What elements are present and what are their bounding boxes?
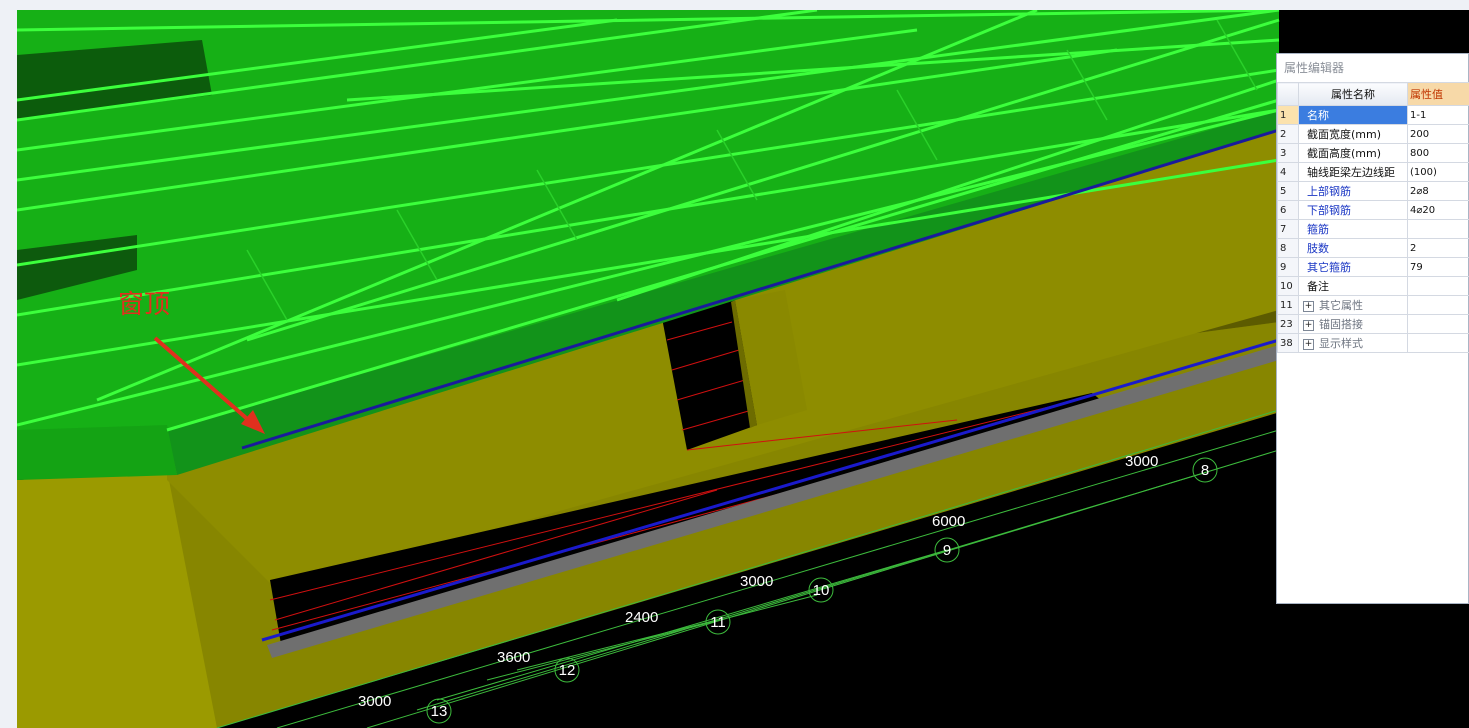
property-row-name[interactable]: + 锚固搭接 [1298, 314, 1408, 334]
property-row[interactable]: 10 备注 [1277, 276, 1469, 296]
axis-span-dimension: 6000 [932, 513, 965, 530]
property-row-name[interactable]: 备注 [1298, 276, 1408, 296]
property-row-value[interactable]: 2⌀8 [1407, 181, 1469, 201]
axis-number: 8 [1201, 462, 1209, 479]
property-row-name[interactable]: 其它箍筋 [1298, 257, 1408, 277]
property-row-value[interactable]: 2 [1407, 238, 1469, 258]
property-row[interactable]: 23 + 锚固搭接 [1277, 314, 1469, 334]
property-row[interactable]: 38 + 显示样式 [1277, 333, 1469, 353]
property-row-value[interactable]: 79 [1407, 257, 1469, 277]
property-row-name[interactable]: 截面宽度(mm) [1298, 124, 1408, 144]
property-group-label: 其它属性 [1319, 299, 1363, 312]
property-group-label: 锚固搭接 [1319, 318, 1363, 331]
axis-span-dimension: 3000 [358, 693, 391, 710]
axis-span-dimension: 3000 [740, 573, 773, 590]
property-row-name[interactable]: 肢数 [1298, 238, 1408, 258]
property-row-index: 6 [1277, 200, 1299, 220]
axis-number: 9 [943, 542, 951, 559]
property-row-value[interactable] [1407, 219, 1469, 239]
property-row-index: 4 [1277, 162, 1299, 182]
property-row-index: 23 [1277, 314, 1299, 334]
expand-plus-icon[interactable]: + [1303, 338, 1314, 350]
property-row[interactable]: 3 截面高度(mm) 800 [1277, 143, 1469, 163]
property-row-name[interactable]: 下部钢筋 [1298, 200, 1408, 220]
floor-slab-front [17, 425, 177, 480]
property-row-name[interactable]: 轴线距梁左边线距 [1298, 162, 1408, 182]
property-name-header: 属性名称 [1298, 82, 1408, 106]
property-row-value[interactable] [1407, 333, 1469, 353]
axis-span-dimension: 3000 [1125, 453, 1158, 470]
axis-span-dimension: 2400 [625, 609, 658, 626]
property-row-index: 5 [1277, 181, 1299, 201]
property-row-index: 11 [1277, 295, 1299, 315]
property-row[interactable]: 4 轴线距梁左边线距 (100) [1277, 162, 1469, 182]
property-row-index: 38 [1277, 333, 1299, 353]
axis-number: 10 [813, 582, 830, 599]
expand-plus-icon[interactable]: + [1303, 319, 1314, 331]
3d-viewport[interactable]: 窗顶 8 3000 9 6000 10 3000 11 2400 12 3600 13 3000 [17, 10, 1469, 728]
property-row-value[interactable] [1407, 314, 1469, 334]
axis-number: 12 [559, 662, 576, 679]
property-row-value[interactable]: 4⌀20 [1407, 200, 1469, 220]
property-group-label: 显示样式 [1319, 337, 1363, 350]
axis-number: 11 [710, 614, 726, 631]
property-row-index: 9 [1277, 257, 1299, 277]
property-row-index: 8 [1277, 238, 1299, 258]
property-row-value[interactable] [1407, 295, 1469, 315]
property-row-index: 1 [1277, 105, 1299, 125]
property-row-name[interactable]: 箍筋 [1298, 219, 1408, 239]
property-row-index: 2 [1277, 124, 1299, 144]
index-header [1277, 82, 1299, 106]
property-row[interactable]: 8 肢数 2 [1277, 238, 1469, 258]
property-row[interactable]: 7 箍筋 [1277, 219, 1469, 239]
annotation-label: 窗顶 [118, 290, 170, 320]
property-row-value[interactable]: 1-1 [1407, 105, 1469, 125]
property-editor-panel: 属性编辑器 属性名称 属性值 1 名称 1-1 2 截面宽度(mm) 200 3 截面高度(m… [1276, 53, 1469, 604]
property-row-index: 3 [1277, 143, 1299, 163]
property-row[interactable]: 2 截面宽度(mm) 200 [1277, 124, 1469, 144]
property-row-name[interactable]: + 显示样式 [1298, 333, 1408, 353]
property-row-value[interactable] [1407, 276, 1469, 296]
property-table: 属性名称 属性值 1 名称 1-1 2 截面宽度(mm) 200 3 截面高度(mm) 800 4… [1277, 82, 1469, 353]
property-row-name[interactable]: 名称 [1298, 105, 1408, 125]
expand-plus-icon[interactable]: + [1303, 300, 1314, 312]
property-row-name[interactable]: 截面高度(mm) [1298, 143, 1408, 163]
property-row[interactable]: 6 下部钢筋 4⌀20 [1277, 200, 1469, 220]
property-row-value[interactable]: (100) [1407, 162, 1469, 182]
property-row[interactable]: 11 + 其它属性 [1277, 295, 1469, 315]
property-row-value[interactable]: 200 [1407, 124, 1469, 144]
property-row-value[interactable]: 800 [1407, 143, 1469, 163]
property-row[interactable]: 5 上部钢筋 2⌀8 [1277, 181, 1469, 201]
axis-span-dimension: 3600 [497, 649, 530, 666]
property-row-index: 10 [1277, 276, 1299, 296]
property-row-index: 7 [1277, 219, 1299, 239]
property-editor-title: 属性编辑器 [1284, 61, 1345, 75]
property-row-name[interactable]: 上部钢筋 [1298, 181, 1408, 201]
axis-number: 13 [431, 703, 448, 720]
left-panel-edge [0, 10, 18, 728]
property-row-name[interactable]: + 其它属性 [1298, 295, 1408, 315]
property-row[interactable]: 9 其它箍筋 79 [1277, 257, 1469, 277]
property-value-header: 属性值 [1407, 82, 1469, 106]
property-row[interactable]: 1 名称 1-1 [1277, 105, 1469, 125]
